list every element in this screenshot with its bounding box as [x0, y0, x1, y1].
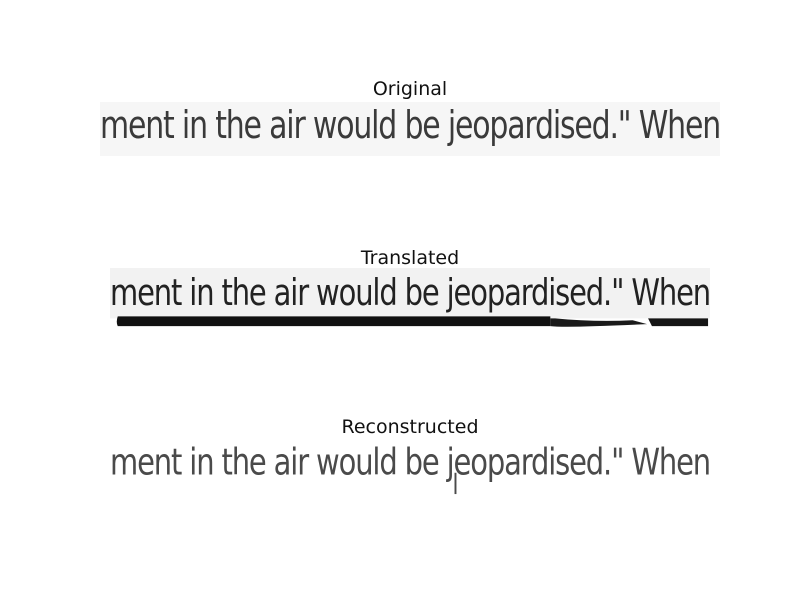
panel-title-translated: Translated — [360, 247, 460, 269]
reconstructed-handwriting-text: ment in the air would be jeopardised." W… — [110, 441, 710, 484]
reconstructed-handwriting-image: ment in the air would be jeopardised." W… — [110, 436, 711, 496]
translated-handwriting-image: ment in the air would be jeopardised." W… — [110, 268, 711, 327]
original-handwriting-image: ment in the air would be jeopardised." W… — [100, 102, 720, 156]
translated-shadow-left — [116, 316, 551, 327]
translated-shadow-right — [648, 318, 709, 327]
original-handwriting-text: ment in the air would be jeopardised." W… — [100, 103, 720, 147]
translated-shadow-middle — [550, 318, 648, 327]
translated-handwriting-text: ment in the air would be jeopardised." W… — [110, 271, 710, 314]
panel-title-original: Original — [372, 78, 448, 100]
panel-title-reconstructed: Reconstructed — [341, 416, 479, 438]
